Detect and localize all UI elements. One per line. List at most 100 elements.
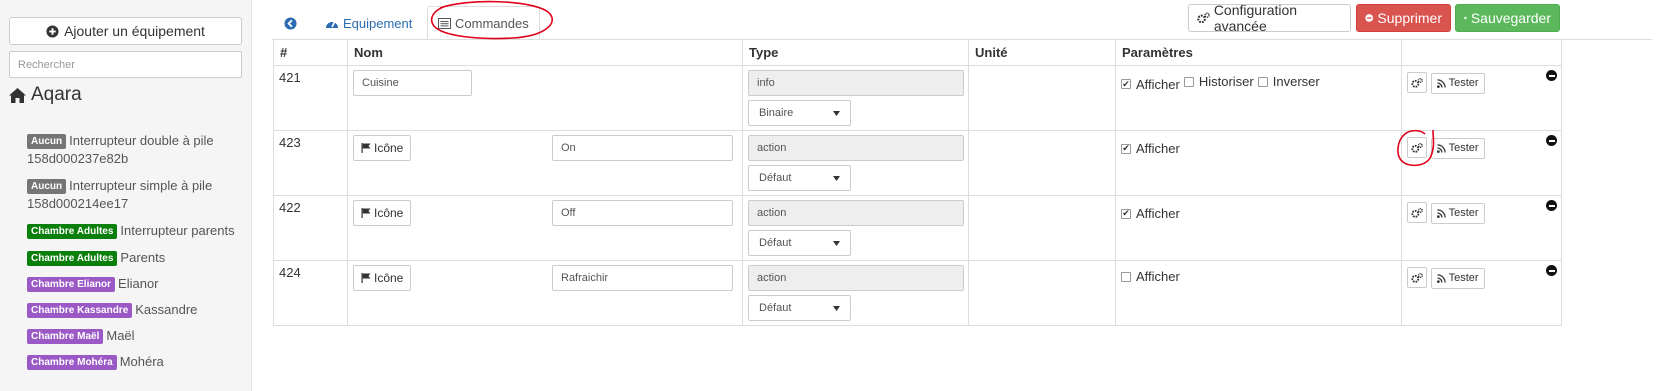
history-checkbox-label[interactable]: Historiser bbox=[1183, 74, 1254, 89]
command-type-cell: action Défaut bbox=[742, 130, 969, 196]
invert-checkbox-label[interactable]: Inverser bbox=[1257, 74, 1320, 89]
show-checkbox-label[interactable]: ✔ Afficher bbox=[1121, 206, 1180, 221]
tab-back[interactable] bbox=[274, 6, 307, 40]
command-subtype-select[interactable]: Défaut bbox=[748, 230, 851, 256]
test-button[interactable]: Tester bbox=[1430, 267, 1485, 289]
equipment-sidebar: Ajouter un équipement Aqara AucunInterru… bbox=[0, 0, 252, 391]
equipment-name: Kassandre bbox=[135, 302, 198, 317]
command-config-button[interactable] bbox=[1407, 202, 1427, 223]
column-header-unit: Unité bbox=[968, 39, 1116, 66]
remove-command-icon[interactable] bbox=[1546, 265, 1557, 276]
checkbox[interactable]: ✔ bbox=[1121, 79, 1131, 89]
checkbox[interactable]: ✔ bbox=[1121, 208, 1131, 219]
object-label-badge: Chambre Adultes bbox=[27, 224, 118, 239]
checkbox[interactable]: ✔ bbox=[1121, 143, 1131, 154]
command-row: 423 Icône On action Défaut ✔ Afficher Tester bbox=[273, 130, 1562, 196]
rss-icon bbox=[1436, 208, 1446, 218]
test-button[interactable]: Tester bbox=[1430, 202, 1485, 224]
equipment-list-item[interactable]: Chambre Mohéra Mohéra bbox=[27, 353, 242, 371]
check-circle-icon bbox=[1464, 16, 1467, 20]
show-checkbox-label[interactable]: ✔ Afficher bbox=[1121, 77, 1180, 92]
column-header-id: # bbox=[273, 39, 348, 66]
command-type-cell: action Défaut bbox=[742, 260, 969, 326]
command-type-input: action bbox=[748, 200, 964, 226]
command-id: 422 bbox=[273, 195, 348, 261]
command-config-button[interactable] bbox=[1407, 267, 1427, 288]
checkbox[interactable] bbox=[1121, 271, 1131, 282]
tab-commands-label: Commandes bbox=[455, 16, 529, 31]
checkbox[interactable] bbox=[1183, 76, 1194, 87]
command-type-input: action bbox=[748, 265, 964, 291]
command-name-input[interactable]: On bbox=[552, 135, 733, 161]
command-name-cell: Icône Off bbox=[347, 195, 743, 261]
equipment-list-item[interactable]: Aucun Interrupteur simple à pile 158d0002… bbox=[27, 177, 242, 213]
command-params-cell: ✔ Afficher Historiser Inverser bbox=[1115, 65, 1402, 131]
command-id: 423 bbox=[273, 130, 348, 196]
show-checkbox-label[interactable]: Afficher bbox=[1121, 269, 1180, 284]
show-label: Afficher bbox=[1136, 141, 1180, 156]
command-name-input[interactable]: Cuisine bbox=[353, 70, 472, 96]
icon-picker-button[interactable]: Icône bbox=[353, 265, 412, 291]
column-header-actions bbox=[1401, 39, 1562, 66]
remove-command-icon[interactable] bbox=[1546, 135, 1557, 146]
command-subtype-value: Défaut bbox=[759, 237, 792, 249]
command-name-cell: Icône On bbox=[347, 130, 743, 196]
flag-icon bbox=[361, 273, 371, 283]
test-button[interactable]: Tester bbox=[1430, 137, 1485, 159]
cogs-icon bbox=[1411, 272, 1423, 283]
command-name-cell: Cuisine bbox=[347, 65, 743, 131]
command-subtype-value: Défaut bbox=[759, 302, 792, 314]
equipment-name: Interrupteur parents bbox=[120, 223, 235, 238]
command-id: 424 bbox=[273, 260, 348, 326]
command-subtype-select[interactable]: Défaut bbox=[748, 295, 851, 321]
command-name-value: Off bbox=[561, 207, 576, 219]
minus-circle-icon bbox=[1365, 14, 1374, 22]
command-subtype-select[interactable]: Défaut bbox=[748, 165, 851, 191]
test-label: Tester bbox=[1448, 77, 1479, 89]
equipment-list-item[interactable]: Chambre Maël Maël bbox=[27, 327, 242, 345]
icon-picker-label: Icône bbox=[374, 206, 404, 220]
equipment-list-item[interactable]: Chambre Adultes Interrupteur parents bbox=[27, 222, 242, 240]
equipment-list-item[interactable]: Chambre Elianor Elianor bbox=[27, 275, 242, 293]
command-type-input: action bbox=[748, 135, 964, 161]
table-header-row: # Nom Type Unité Paramètres bbox=[273, 39, 1562, 66]
equipment-list-item[interactable]: Chambre Kassandre Kassandre bbox=[27, 301, 242, 319]
command-type-cell: action Défaut bbox=[742, 195, 969, 261]
object-title: Aqara bbox=[9, 84, 82, 106]
rss-icon bbox=[1436, 273, 1446, 283]
command-subtype-select[interactable]: Binaire bbox=[748, 100, 851, 126]
object-label-badge: Aucun bbox=[27, 134, 67, 149]
remove-command-icon[interactable] bbox=[1546, 70, 1557, 81]
checkbox[interactable] bbox=[1257, 76, 1268, 87]
equipment-list-item[interactable]: Aucun Interrupteur double à pile 158d0002… bbox=[27, 132, 242, 168]
command-type-input: info bbox=[748, 70, 964, 96]
tab-equipment[interactable]: Equipement bbox=[315, 6, 422, 40]
object-label-badge: Chambre Mohéra bbox=[27, 355, 117, 370]
delete-label: Supprimer bbox=[1377, 10, 1442, 26]
add-equipment-button[interactable]: Ajouter un équipement bbox=[9, 17, 242, 45]
icon-picker-button[interactable]: Icône bbox=[353, 200, 412, 226]
command-name-input[interactable]: Off bbox=[552, 200, 733, 226]
delete-button[interactable]: Supprimer bbox=[1356, 4, 1451, 32]
command-config-button[interactable] bbox=[1407, 137, 1427, 158]
arrow-circle-left-icon bbox=[284, 16, 297, 30]
command-row: 421 Cuisine info Binaire ✔ Afficher Historiser… bbox=[273, 65, 1562, 131]
column-header-params: Paramètres bbox=[1115, 39, 1402, 66]
remove-command-icon[interactable] bbox=[1546, 200, 1557, 211]
advanced-config-button[interactable]: Configuration avancée bbox=[1188, 2, 1351, 34]
command-name-cell: Icône Rafraichir bbox=[347, 260, 743, 326]
equipment-list-item[interactable]: Chambre Adultes Parents bbox=[27, 249, 242, 267]
save-button[interactable]: Sauvegarder bbox=[1455, 4, 1560, 32]
icon-picker-button[interactable]: Icône bbox=[353, 135, 412, 161]
command-actions-cell: Tester bbox=[1401, 65, 1562, 131]
show-checkbox-label[interactable]: ✔ Afficher bbox=[1121, 141, 1180, 156]
command-name-input[interactable]: Rafraichir bbox=[552, 265, 733, 291]
tab-commands[interactable]: Commandes bbox=[427, 6, 540, 41]
command-config-button[interactable] bbox=[1407, 72, 1427, 93]
test-button[interactable]: Tester bbox=[1430, 72, 1485, 94]
search-input[interactable] bbox=[9, 51, 242, 78]
command-subtype-value: Binaire bbox=[759, 107, 794, 119]
command-unit-cell bbox=[968, 65, 1116, 131]
tab-equipment-label: Equipement bbox=[343, 15, 413, 31]
equipment-name: Elianor bbox=[118, 276, 159, 291]
